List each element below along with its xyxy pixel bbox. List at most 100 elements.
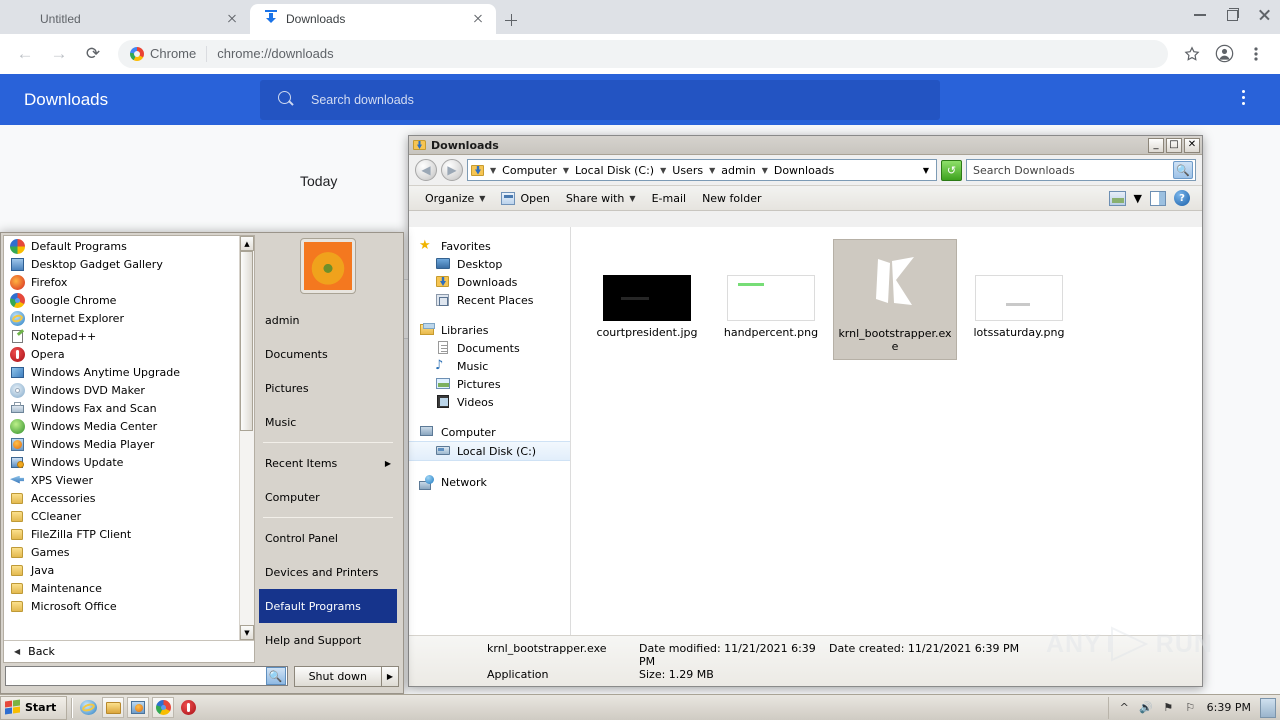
start-item-windows-fax-and-scan[interactable]: Windows Fax and Scan xyxy=(4,399,239,417)
start-right-item-control-panel[interactable]: Control Panel xyxy=(259,521,397,555)
start-right-item-pictures[interactable]: Pictures xyxy=(259,371,397,405)
close-icon[interactable] xyxy=(470,11,486,27)
file-item-lotssaturday[interactable]: lotssaturday.png xyxy=(957,239,1081,345)
email-button[interactable]: E-mail xyxy=(644,189,695,208)
sidebar-item-recent-places[interactable]: Recent Places xyxy=(409,291,570,309)
forward-button[interactable]: → xyxy=(44,39,74,69)
file-item-courtpresident[interactable]: courtpresident.jpg xyxy=(585,239,709,345)
sidebar-item-network[interactable]: Network xyxy=(409,473,570,491)
breadcrumb-item-local-disk[interactable]: Local Disk (C:) xyxy=(572,163,657,178)
start-item-accessories[interactable]: Accessories xyxy=(4,489,239,507)
start-right-item-default-programs[interactable]: Default Programs xyxy=(259,589,397,623)
start-item-internet-explorer[interactable]: Internet Explorer xyxy=(4,309,239,327)
view-layout-icon[interactable] xyxy=(1108,190,1126,206)
breadcrumb-caret[interactable]: ▼ xyxy=(562,166,570,175)
help-icon[interactable]: ? xyxy=(1174,190,1190,206)
reload-button[interactable]: ⟳ xyxy=(78,39,108,69)
account-icon[interactable] xyxy=(1210,40,1238,68)
address-bar[interactable]: Chrome chrome://downloads xyxy=(118,39,1168,68)
restore-icon[interactable] xyxy=(1216,0,1248,30)
breadcrumb-item-downloads[interactable]: Downloads xyxy=(771,163,837,178)
maximize-icon[interactable]: □ xyxy=(1166,137,1182,153)
breadcrumb-caret[interactable]: ▼ xyxy=(489,166,497,175)
forward-button[interactable]: ▶ xyxy=(441,159,463,181)
scroll-up-arrow-icon[interactable]: ▲ xyxy=(240,236,254,251)
start-item-opera[interactable]: Opera xyxy=(4,345,239,363)
file-item-krnl-bootstrapper[interactable]: krnl_bootstrapper.exe xyxy=(833,239,957,360)
star-icon[interactable] xyxy=(1178,40,1206,68)
share-with-button[interactable]: Share with ▼ xyxy=(558,189,644,208)
breadcrumb[interactable]: ▼ Computer ▼ Local Disk (C:) ▼ Users ▼ a… xyxy=(467,159,937,181)
start-right-item-computer[interactable]: Computer xyxy=(259,480,397,514)
start-right-item-recent-items[interactable]: Recent Items ▶ xyxy=(259,446,397,480)
sidebar-item-favorites[interactable]: ★ Favorites xyxy=(409,237,570,255)
start-search-input[interactable]: 🔍 xyxy=(5,666,288,686)
breadcrumb-item-admin[interactable]: admin xyxy=(718,163,758,178)
start-item-desktop-gadget-gallery[interactable]: Desktop Gadget Gallery xyxy=(4,255,239,273)
browser-tab-untitled[interactable]: Untitled xyxy=(4,4,250,34)
minimize-icon[interactable] xyxy=(1184,0,1216,30)
chevron-down-icon[interactable]: ▼ xyxy=(1134,192,1142,205)
windows-media-player-icon[interactable] xyxy=(127,697,150,718)
refresh-icon[interactable]: ↺ xyxy=(941,159,962,181)
show-desktop-button[interactable] xyxy=(1260,697,1276,718)
close-icon[interactable] xyxy=(224,11,240,27)
breadcrumb-caret[interactable]: ▼ xyxy=(708,166,716,175)
sidebar-item-libraries[interactable]: Libraries xyxy=(409,321,570,339)
start-item-windows-anytime-upgrade[interactable]: Windows Anytime Upgrade xyxy=(4,363,239,381)
file-item-handpercent[interactable]: handpercent.png xyxy=(709,239,833,345)
action-center-warning-icon[interactable]: ⚑ xyxy=(1161,700,1176,715)
google-chrome-icon[interactable] xyxy=(152,697,175,718)
start-right-item-devices-and-printers[interactable]: Devices and Printers xyxy=(259,555,397,589)
search-downloads-input[interactable]: Search downloads xyxy=(260,79,940,120)
breadcrumb-caret[interactable]: ▼ xyxy=(659,166,667,175)
breadcrumb-item-users[interactable]: Users xyxy=(669,163,706,178)
start-menu-back-button[interactable]: ◀ Back xyxy=(4,640,254,662)
search-icon[interactable]: 🔍 xyxy=(265,667,286,685)
close-icon[interactable] xyxy=(1248,0,1280,30)
start-right-item-admin[interactable]: admin xyxy=(259,303,397,337)
chevron-down-icon[interactable]: ▼ xyxy=(919,166,933,175)
explorer-search-input[interactable]: Search Downloads 🔍 xyxy=(966,159,1196,181)
sidebar-item-music[interactable]: ♪ Music xyxy=(409,357,570,375)
sidebar-item-downloads[interactable]: Downloads xyxy=(409,273,570,291)
sidebar-item-local-disk-c[interactable]: Local Disk (C:) xyxy=(409,441,570,461)
start-item-notepad-plus-plus[interactable]: Notepad++ xyxy=(4,327,239,345)
sidebar-item-videos[interactable]: Videos xyxy=(409,393,570,411)
start-item-ccleaner[interactable]: CCleaner xyxy=(4,507,239,525)
scroll-down-arrow-icon[interactable]: ▼ xyxy=(240,625,254,640)
windows-explorer-icon[interactable] xyxy=(102,697,125,718)
volume-icon[interactable]: 🔊 xyxy=(1139,700,1154,715)
clock[interactable]: 6:39 PM xyxy=(1205,701,1253,714)
breadcrumb-item-computer[interactable]: Computer xyxy=(499,163,560,178)
shut-down-button[interactable]: Shut down xyxy=(293,665,382,687)
sidebar-item-desktop[interactable]: Desktop xyxy=(409,255,570,273)
back-button[interactable]: ← xyxy=(10,39,40,69)
new-folder-button[interactable]: New folder xyxy=(694,189,769,208)
explorer-title-bar[interactable]: Downloads _ □ ✕ xyxy=(409,136,1202,155)
start-item-games[interactable]: Games xyxy=(4,543,239,561)
start-right-item-documents[interactable]: Documents xyxy=(259,337,397,371)
start-button[interactable]: Start xyxy=(0,695,68,720)
open-button[interactable]: Open xyxy=(493,189,557,208)
search-icon[interactable]: 🔍 xyxy=(1173,161,1193,179)
start-item-java[interactable]: Java xyxy=(4,561,239,579)
internet-explorer-icon[interactable] xyxy=(77,697,99,718)
preview-pane-icon[interactable] xyxy=(1150,190,1166,206)
start-item-microsoft-office[interactable]: Microsoft Office xyxy=(4,597,239,615)
new-tab-button[interactable] xyxy=(500,9,522,31)
start-menu-scrollbar[interactable]: ▲ ▼ xyxy=(239,236,254,640)
minimize-icon[interactable]: _ xyxy=(1148,137,1164,153)
start-item-google-chrome[interactable]: Google Chrome xyxy=(4,291,239,309)
browser-tab-downloads[interactable]: Downloads xyxy=(250,4,496,34)
start-item-filezilla-ftp-client[interactable]: FileZilla FTP Client xyxy=(4,525,239,543)
network-flag-icon[interactable]: ⚐ xyxy=(1183,700,1198,715)
start-item-default-programs[interactable]: Default Programs xyxy=(4,237,239,255)
start-item-maintenance[interactable]: Maintenance xyxy=(4,579,239,597)
avatar[interactable] xyxy=(300,238,356,294)
start-item-windows-media-center[interactable]: Windows Media Center xyxy=(4,417,239,435)
opera-icon[interactable] xyxy=(177,697,199,718)
breadcrumb-caret[interactable]: ▼ xyxy=(761,166,769,175)
start-item-windows-media-player[interactable]: Windows Media Player xyxy=(4,435,239,453)
sidebar-item-documents[interactable]: Documents xyxy=(409,339,570,357)
